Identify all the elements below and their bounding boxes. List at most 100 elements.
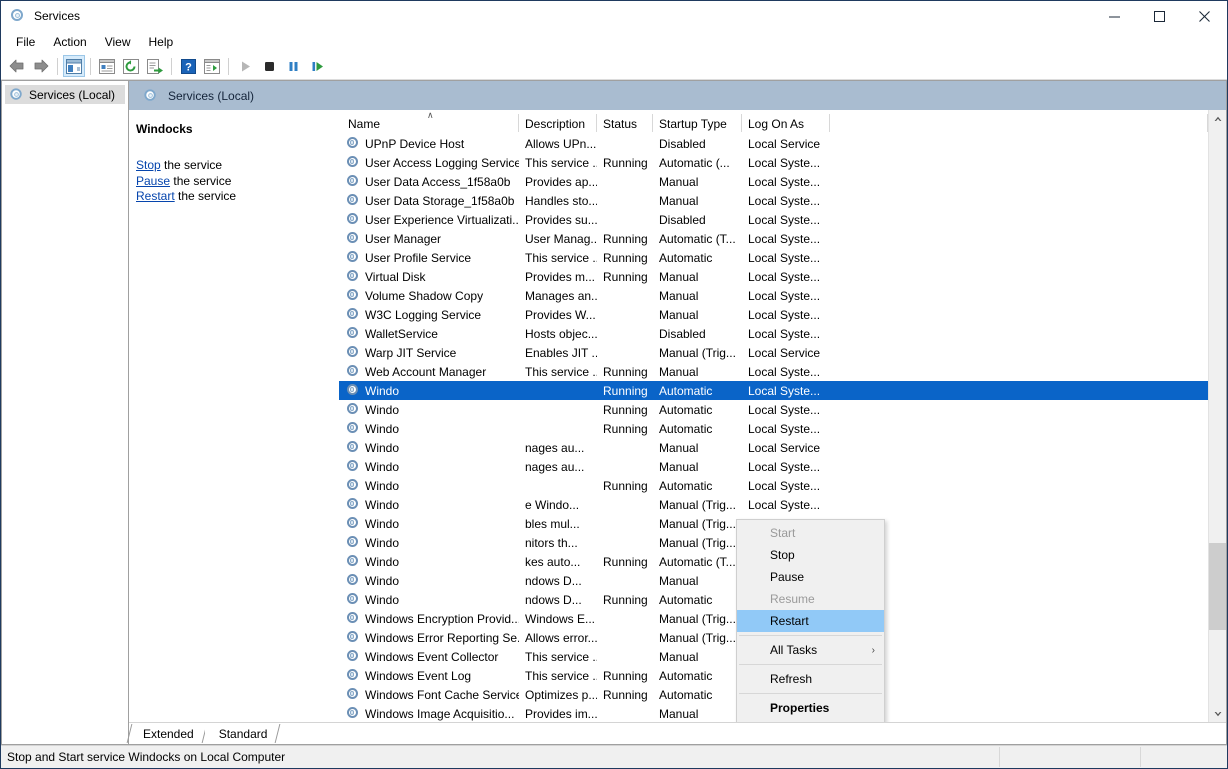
service-gear-icon (346, 346, 360, 360)
cell-logon: Local Service (742, 346, 830, 360)
export-list-icon[interactable] (144, 55, 166, 77)
column-header-name[interactable]: Name ∧ (339, 110, 519, 134)
cell-name: UPnP Device Host (339, 137, 519, 151)
table-row[interactable]: WalletServiceHosts objec...DisabledLocal… (339, 324, 1208, 343)
table-row[interactable]: User Data Access_1f58a0bProvides ap...Ma… (339, 172, 1208, 191)
pause-link[interactable]: Pause (136, 174, 170, 188)
table-row[interactable]: UPnP Device HostAllows UPn...DisabledLoc… (339, 134, 1208, 153)
column-header-status-label: Status (603, 117, 637, 131)
cell-startup: Manual (653, 460, 742, 474)
table-row[interactable]: User Experience Virtualizati...Provides … (339, 210, 1208, 229)
table-row[interactable]: Windonages au...ManualLocal Service (339, 438, 1208, 457)
scroll-up-arrow-icon[interactable] (1209, 110, 1226, 127)
play-icon[interactable] (234, 55, 256, 77)
service-gear-icon (346, 555, 360, 569)
table-row[interactable]: Web Account ManagerThis service ...Runni… (339, 362, 1208, 381)
restart-link[interactable]: Restart (136, 189, 175, 203)
table-row[interactable]: User ManagerUser Manag...RunningAutomati… (339, 229, 1208, 248)
stop-icon[interactable] (258, 55, 280, 77)
pause-icon[interactable] (282, 55, 304, 77)
table-row[interactable]: Warp JIT ServiceEnables JIT ...Manual (T… (339, 343, 1208, 362)
properties-icon[interactable] (96, 55, 118, 77)
action-pane-icon[interactable] (201, 55, 223, 77)
menu-help[interactable]: Help (140, 32, 183, 52)
tab-standard[interactable]: Standard (205, 723, 279, 744)
table-row[interactable]: User Data Storage_1f58a0bHandles sto...M… (339, 191, 1208, 210)
vertical-scrollbar[interactable] (1208, 110, 1226, 722)
status-panel-2 (999, 747, 1140, 767)
column-header-log-on-as[interactable]: Log On As (742, 110, 830, 134)
cell-startup: Manual (653, 289, 742, 303)
scrollbar-thumb[interactable] (1209, 543, 1226, 630)
context-menu-item-stop[interactable]: Stop (737, 544, 884, 566)
table-row[interactable]: User Access Logging ServiceThis service … (339, 153, 1208, 172)
service-gear-icon (346, 308, 360, 322)
table-row[interactable]: User Profile ServiceThis service ...Runn… (339, 248, 1208, 267)
tree-item-services-local[interactable]: Services (Local) (5, 85, 125, 104)
tab-extended[interactable]: Extended (129, 723, 205, 744)
column-header-status[interactable]: Status (597, 110, 653, 134)
column-header-startup-type[interactable]: Startup Type (653, 110, 742, 134)
menu-view[interactable]: View (96, 32, 140, 52)
restart-service-action: Restart the service (136, 189, 329, 205)
service-name-label: Windo (365, 498, 399, 512)
service-name-label: Virtual Disk (365, 270, 425, 284)
cell-startup: Disabled (653, 327, 742, 341)
table-row[interactable]: W3C Logging ServiceProvides W...ManualLo… (339, 305, 1208, 324)
table-row[interactable]: WindoRunningAutomaticLocal Syste... (339, 400, 1208, 419)
context-menu-item-pause[interactable]: Pause (737, 566, 884, 588)
service-name-label: Windows Event Log (365, 669, 471, 683)
cell-status: Running (597, 422, 653, 436)
table-row[interactable]: Windonages au...ManualLocal Syste... (339, 457, 1208, 476)
services-list: Name ∧ Description Status Startup Type (339, 110, 1208, 722)
scrollbar-track[interactable] (1209, 127, 1226, 705)
menu-action[interactable]: Action (44, 32, 95, 52)
restart-link-suffix: the service (175, 189, 236, 203)
help-icon[interactable]: ? (177, 55, 199, 77)
cell-logon: Local Syste... (742, 498, 830, 512)
service-gear-icon (346, 441, 360, 455)
status-bar: Stop and Start service Windocks on Local… (1, 745, 1227, 768)
cell-status: Running (597, 156, 653, 170)
table-row[interactable]: Virtual DiskProvides m...RunningManualLo… (339, 267, 1208, 286)
table-row[interactable]: WindoRunningAutomaticLocal Syste... (339, 381, 1208, 400)
cell-name: User Manager (339, 232, 519, 246)
column-header-startup-label: Startup Type (659, 117, 727, 131)
cell-logon: Local Syste... (742, 384, 830, 398)
context-menu-item-all-tasks[interactable]: All Tasks› (737, 639, 884, 661)
cell-name: Windows Error Reporting Se... (339, 631, 519, 645)
cell-startup: Manual (Trig... (653, 346, 742, 360)
table-row[interactable]: Windoe Windo...Manual (Trig...Local Syst… (339, 495, 1208, 514)
cell-name: Windo (339, 460, 519, 474)
table-row[interactable]: WindoRunningAutomaticLocal Syste... (339, 419, 1208, 438)
cell-name: Web Account Manager (339, 365, 519, 379)
minimize-button[interactable] (1092, 1, 1137, 31)
stop-service-action: Stop the service (136, 158, 329, 174)
refresh-icon[interactable] (120, 55, 142, 77)
stop-link[interactable]: Stop (136, 158, 161, 172)
service-name-label: Windo (365, 460, 399, 474)
maximize-button[interactable] (1137, 1, 1182, 31)
console-tree-icon[interactable] (63, 55, 85, 77)
context-menu-item-properties[interactable]: Properties (737, 697, 884, 719)
cell-description: Provides su... (519, 213, 597, 227)
scroll-down-arrow-icon[interactable] (1209, 705, 1226, 722)
cell-name: Windows Event Log (339, 669, 519, 683)
forward-arrow-icon[interactable] (30, 55, 52, 77)
table-row[interactable]: Volume Shadow CopyManages an...ManualLoc… (339, 286, 1208, 305)
cell-name: Windo (339, 441, 519, 455)
table-row[interactable]: WindoRunningAutomaticLocal Syste... (339, 476, 1208, 495)
cell-description: Allows error... (519, 631, 597, 645)
context-menu-item-refresh[interactable]: Refresh (737, 668, 884, 690)
context-menu-item-label: Refresh (770, 672, 812, 686)
cell-startup: Manual (653, 270, 742, 284)
cell-startup: Automatic (653, 251, 742, 265)
cell-logon: Local Syste... (742, 156, 830, 170)
menu-file[interactable]: File (7, 32, 44, 52)
cell-startup: Manual (Trig... (653, 612, 742, 626)
close-button[interactable] (1182, 1, 1227, 31)
restart-icon[interactable] (306, 55, 328, 77)
column-header-description[interactable]: Description (519, 110, 597, 134)
back-arrow-icon[interactable] (6, 55, 28, 77)
context-menu-item-restart[interactable]: Restart (737, 610, 884, 632)
